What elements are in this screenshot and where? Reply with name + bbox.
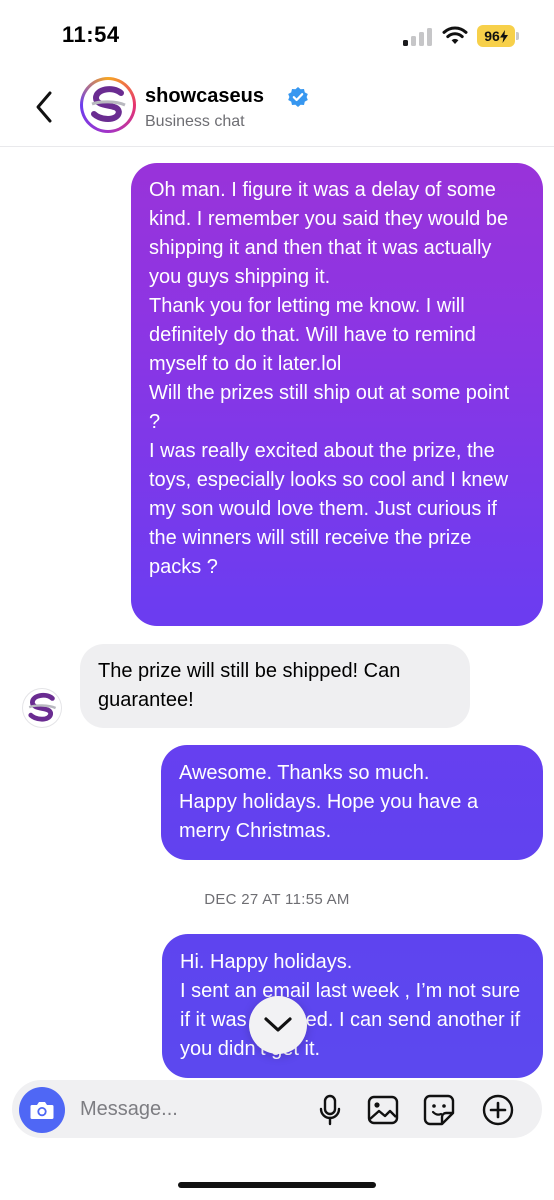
message-timestamp: DEC 27 AT 11:55 AM: [204, 891, 350, 908]
sticker-button[interactable]: [422, 1093, 456, 1127]
wifi-icon: [442, 26, 468, 44]
add-icon: [482, 1094, 514, 1126]
brand-logo-icon: [91, 86, 126, 123]
home-indicator: [178, 1182, 376, 1188]
outgoing-message[interactable]: Hi. Happy holidays. I sent an email last…: [162, 934, 543, 1078]
cellular-signal-icon: [403, 28, 435, 46]
status-time: 11:54: [62, 22, 120, 47]
add-button[interactable]: [481, 1093, 515, 1127]
profile-avatar[interactable]: [80, 77, 136, 133]
charging-bolt-icon: [499, 29, 508, 43]
scroll-to-bottom-button[interactable]: [249, 996, 307, 1054]
microphone-icon: [319, 1094, 341, 1126]
verified-badge-icon: [288, 87, 308, 107]
battery-indicator: 96: [477, 25, 515, 47]
camera-button[interactable]: [19, 1087, 65, 1133]
chat-contact-name[interactable]: showcaseus: [145, 85, 264, 108]
sender-avatar[interactable]: [22, 688, 62, 728]
back-chevron-icon[interactable]: [30, 89, 60, 125]
scroll-down-chevron-icon: [264, 1017, 292, 1032]
battery-level: 96: [484, 28, 500, 44]
brand-logo-icon: [28, 692, 57, 722]
message-input[interactable]: [80, 1095, 280, 1123]
battery-tip: [516, 32, 519, 40]
sticker-icon: [423, 1094, 455, 1126]
gallery-icon: [367, 1095, 399, 1125]
microphone-button[interactable]: [313, 1093, 347, 1127]
outgoing-message[interactable]: Oh man. I figure it was a delay of some …: [131, 163, 543, 626]
gallery-button[interactable]: [366, 1093, 400, 1127]
incoming-message[interactable]: The prize will still be shipped! Can gua…: [80, 644, 470, 728]
outgoing-message[interactable]: Awesome. Thanks so much. Happy holidays.…: [161, 745, 543, 860]
header-divider: [0, 146, 554, 147]
camera-icon: [30, 1102, 54, 1119]
chat-subtitle: Business chat: [145, 113, 245, 130]
